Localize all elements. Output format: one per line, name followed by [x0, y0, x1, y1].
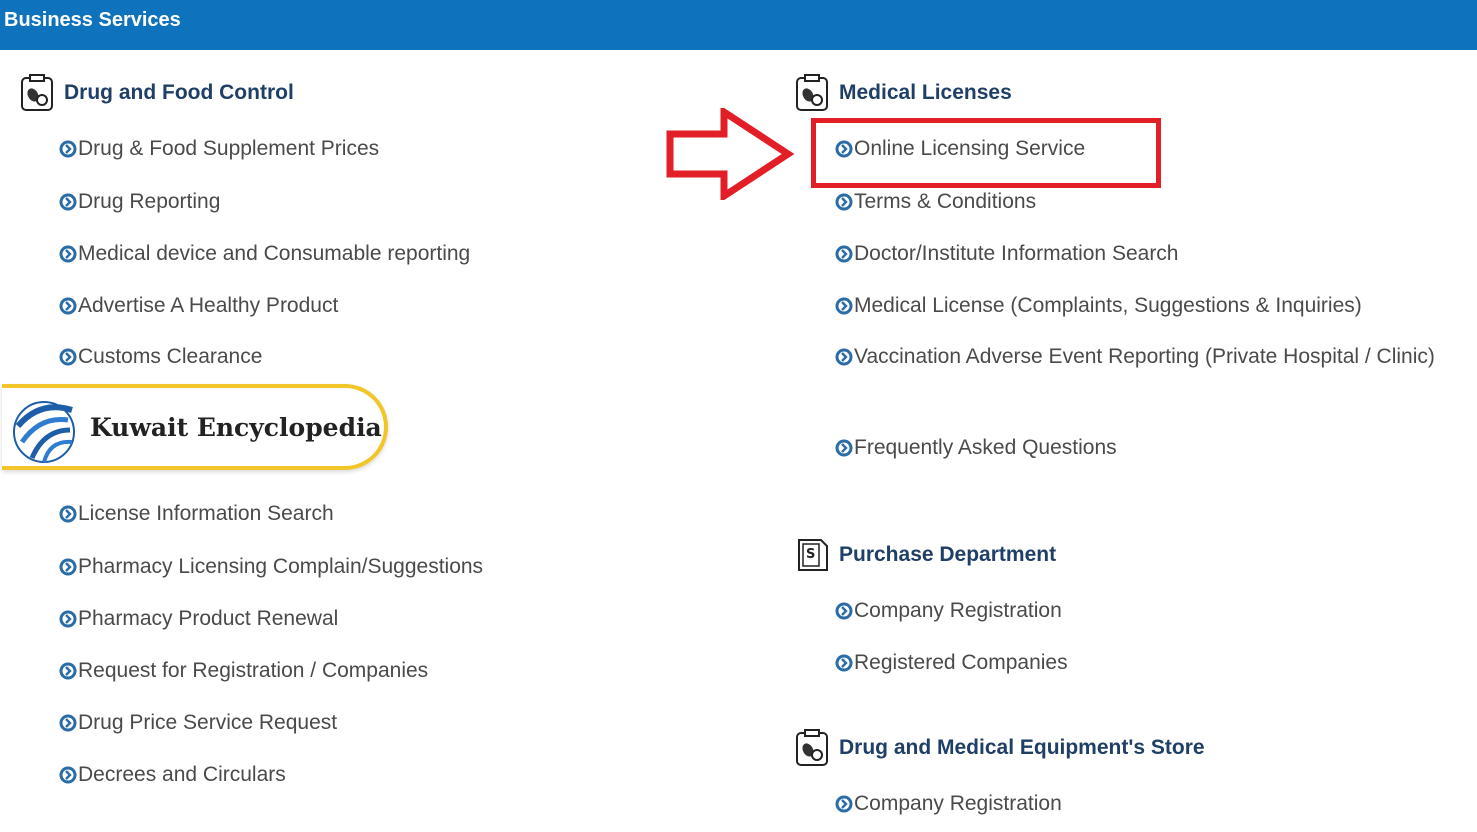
link-label: Request for Registration / Companies: [78, 659, 429, 682]
circle-arrow-icon: [59, 140, 77, 158]
link-label: Pharmacy Licensing Complain/Suggestions: [78, 555, 484, 578]
link-customs-clearance[interactable]: Customs Clearance: [59, 338, 659, 376]
header-bar: Business Services: [0, 0, 1477, 50]
link-label: Registered Companies: [854, 651, 1068, 674]
circle-arrow-icon: [835, 654, 853, 672]
link-label: Medical device and Consumable reporting: [78, 242, 471, 265]
link-terms-conditions[interactable]: Terms & Conditions: [835, 183, 1435, 221]
link-drug-price-service-request[interactable]: Drug Price Service Request: [59, 704, 659, 742]
link-company-registration[interactable]: Company Registration: [835, 592, 1435, 630]
circle-arrow-icon: [59, 297, 77, 315]
link-doctor-institute-search[interactable]: Doctor/Institute Information Search: [835, 235, 1435, 273]
medicine-bottle-icon: [796, 729, 828, 766]
section-title: Drug and Medical Equipment's Store: [839, 736, 1205, 759]
watermark-text: Kuwait Encyclopedia: [90, 413, 382, 442]
circle-arrow-icon: [835, 348, 853, 366]
circle-arrow-icon: [835, 439, 853, 457]
link-label: Pharmacy Product Renewal: [78, 607, 339, 630]
section-title: Medical Licenses: [839, 81, 1012, 104]
circle-arrow-icon: [59, 766, 77, 784]
circle-arrow-icon: [59, 610, 77, 628]
section-title: Drug and Food Control: [64, 81, 294, 104]
circle-arrow-icon: [59, 193, 77, 211]
link-request-registration-companies[interactable]: Request for Registration / Companies: [59, 652, 659, 690]
section-drug-food-control: Drug and Food Control: [20, 74, 294, 112]
link-label: Company Registration: [854, 792, 1062, 815]
link-decrees-circulars[interactable]: Decrees and Circulars: [59, 756, 659, 794]
dollar-document-icon: S: [798, 539, 828, 571]
link-registered-companies[interactable]: Registered Companies: [835, 644, 1435, 682]
link-drug-food-supplement-prices[interactable]: Drug & Food Supplement Prices: [59, 130, 659, 168]
red-arrow-icon: [666, 108, 794, 200]
link-faq[interactable]: Frequently Asked Questions: [835, 429, 1435, 467]
circle-arrow-icon: [59, 505, 77, 523]
link-label: Drug & Food Supplement Prices: [78, 137, 380, 160]
link-label: Decrees and Circulars: [78, 763, 286, 786]
link-pharmacy-product-renewal[interactable]: Pharmacy Product Renewal: [59, 600, 659, 638]
link-license-information-search[interactable]: License Information Search: [59, 495, 659, 533]
link-medical-device-reporting[interactable]: Medical device and Consumable reporting: [59, 235, 659, 273]
circle-arrow-icon: [59, 662, 77, 680]
link-label: License Information Search: [78, 502, 334, 525]
circle-arrow-icon: [835, 297, 853, 315]
circle-arrow-icon: [59, 245, 77, 263]
link-advertise-healthy-product[interactable]: Advertise A Healthy Product: [59, 287, 659, 325]
link-label: Medical License (Complaints, Suggestions…: [854, 294, 1362, 317]
link-label: Company Registration: [854, 599, 1062, 622]
page-title: Business Services: [4, 9, 181, 31]
link-vaccination-adverse-event[interactable]: Vaccination Adverse Event Reporting (Pri…: [835, 338, 1445, 376]
link-label: Vaccination Adverse Event Reporting (Pri…: [854, 345, 1435, 368]
circle-arrow-icon: [59, 714, 77, 732]
circle-arrow-icon: [835, 245, 853, 263]
link-drug-reporting[interactable]: Drug Reporting: [59, 183, 659, 221]
link-label: Drug Price Service Request: [78, 711, 338, 734]
link-label: Customs Clearance: [78, 345, 263, 368]
link-pharmacy-licensing-complain[interactable]: Pharmacy Licensing Complain/Suggestions: [59, 548, 659, 586]
link-label: Doctor/Institute Information Search: [854, 242, 1179, 265]
circle-arrow-icon: [835, 602, 853, 620]
link-label: Advertise A Healthy Product: [78, 294, 339, 317]
circle-arrow-icon: [59, 558, 77, 576]
link-label: Drug Reporting: [78, 190, 221, 213]
globe-swoosh-icon: [13, 401, 75, 463]
medicine-bottle-icon: [21, 74, 53, 111]
section-purchase-department: S Purchase Department: [795, 536, 1056, 574]
watermark-badge: Kuwait Encyclopedia: [2, 384, 388, 470]
link-label: Frequently Asked Questions: [854, 436, 1117, 459]
highlight-box: [811, 118, 1161, 188]
circle-arrow-icon: [59, 348, 77, 366]
circle-arrow-icon: [835, 795, 853, 813]
medicine-bottle-icon: [796, 74, 828, 111]
section-title: Purchase Department: [839, 543, 1057, 566]
svg-text:S: S: [806, 547, 815, 562]
link-label: Terms & Conditions: [854, 190, 1037, 213]
section-medical-licenses: Medical Licenses: [795, 74, 1012, 112]
circle-arrow-icon: [835, 193, 853, 211]
link-medical-license-complaints[interactable]: Medical License (Complaints, Suggestions…: [835, 287, 1455, 325]
link-store-company-registration[interactable]: Company Registration: [835, 785, 1435, 823]
section-equipment-store: Drug and Medical Equipment's Store: [795, 729, 1205, 767]
